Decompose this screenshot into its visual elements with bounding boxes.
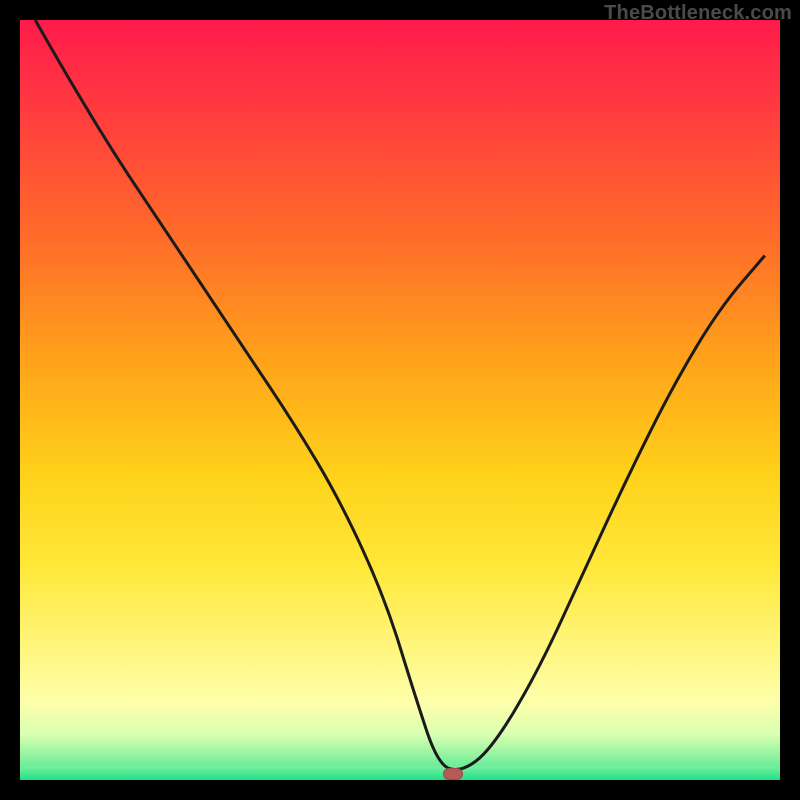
bottleneck-curve	[20, 20, 780, 780]
plot-area	[20, 20, 780, 780]
optimum-marker	[443, 768, 463, 780]
chart-frame: TheBottleneck.com	[0, 0, 800, 800]
curve-path	[35, 20, 765, 770]
